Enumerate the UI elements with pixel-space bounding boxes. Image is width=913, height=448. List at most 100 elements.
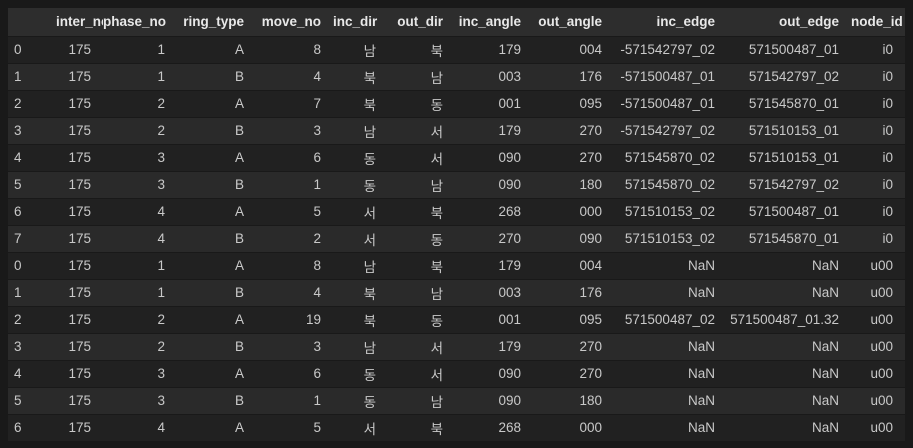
- row-index: 1: [8, 279, 56, 306]
- cell: 북: [333, 63, 388, 90]
- cell: 180: [533, 387, 614, 414]
- cell: 175: [56, 117, 103, 144]
- row-index: 7: [8, 225, 56, 252]
- cell: 003: [455, 63, 533, 90]
- cell: 남: [333, 333, 388, 360]
- cell: 3: [103, 387, 177, 414]
- cell: B: [177, 117, 256, 144]
- cell: 동: [388, 90, 455, 117]
- cell: 서: [388, 333, 455, 360]
- column-header: phase_no: [103, 8, 177, 36]
- cell: 003: [455, 279, 533, 306]
- cell: 175: [56, 306, 103, 333]
- cell: A: [177, 360, 256, 387]
- cell: i0: [851, 198, 905, 225]
- cell: 571500487_01: [727, 198, 851, 225]
- cell: 179: [455, 36, 533, 63]
- cell: 8: [256, 252, 333, 279]
- cell: u00: [851, 252, 905, 279]
- cell: 571542797_02: [727, 63, 851, 90]
- cell: B: [177, 279, 256, 306]
- cell: 175: [56, 171, 103, 198]
- row-index: 0: [8, 36, 56, 63]
- cell: 2: [256, 225, 333, 252]
- row-index: 0: [8, 252, 56, 279]
- cell: 175: [56, 144, 103, 171]
- cell: 268: [455, 198, 533, 225]
- column-header: out_angle: [533, 8, 614, 36]
- cell: u00: [851, 279, 905, 306]
- cell: 서: [333, 414, 388, 441]
- cell: 5: [256, 198, 333, 225]
- cell: 남: [388, 387, 455, 414]
- cell: 175: [56, 333, 103, 360]
- cell: u00: [851, 360, 905, 387]
- cell: 176: [533, 279, 614, 306]
- cell: 북: [333, 306, 388, 333]
- cell: B: [177, 387, 256, 414]
- cell: 179: [455, 252, 533, 279]
- cell: 004: [533, 36, 614, 63]
- cell: 2: [103, 117, 177, 144]
- cell: 3: [256, 117, 333, 144]
- cell: 4: [103, 414, 177, 441]
- table-row: 71754B2서동270090571510153_02571545870_01i…: [8, 225, 905, 252]
- cell: 090: [533, 225, 614, 252]
- cell: u00: [851, 333, 905, 360]
- cell: NaN: [727, 252, 851, 279]
- table-row: 51753B1동남090180NaNNaNu00: [8, 387, 905, 414]
- cell: 북: [388, 36, 455, 63]
- cell: 176: [533, 63, 614, 90]
- column-header: ring_type: [177, 8, 256, 36]
- cell: 270: [533, 117, 614, 144]
- cell: NaN: [614, 360, 727, 387]
- cell: 175: [56, 63, 103, 90]
- cell: 8: [256, 36, 333, 63]
- cell: 2: [103, 90, 177, 117]
- cell: 571510153_02: [614, 225, 727, 252]
- row-index: 1: [8, 63, 56, 90]
- cell: 동: [388, 306, 455, 333]
- cell: 서: [388, 144, 455, 171]
- cell: 571542797_02: [727, 171, 851, 198]
- cell: 6: [256, 144, 333, 171]
- cell: 동: [333, 144, 388, 171]
- cell: i0: [851, 144, 905, 171]
- row-index: 3: [8, 117, 56, 144]
- table-row: 01751A8남북179004-571542797_02571500487_01…: [8, 36, 905, 63]
- index-column-header: [8, 8, 56, 36]
- cell: 1: [103, 36, 177, 63]
- cell: u00: [851, 414, 905, 441]
- cell: 19: [256, 306, 333, 333]
- cell: NaN: [727, 279, 851, 306]
- table-row: 31752B3남서179270-571542797_02571510153_01…: [8, 117, 905, 144]
- cell: 남: [333, 252, 388, 279]
- table-row: 01751A8남북179004NaNNaNu00: [8, 252, 905, 279]
- cell: 서: [388, 117, 455, 144]
- table-row: 21752A19북동001095571500487_02571500487_01…: [8, 306, 905, 333]
- cell: 571500487_01: [727, 36, 851, 63]
- cell: 571545870_01: [727, 225, 851, 252]
- cell: 175: [56, 225, 103, 252]
- row-index: 2: [8, 90, 56, 117]
- cell: i0: [851, 90, 905, 117]
- table-row: 31752B3남서179270NaNNaNu00: [8, 333, 905, 360]
- table-row: 61754A5서북268000NaNNaNu00: [8, 414, 905, 441]
- cell: NaN: [727, 387, 851, 414]
- cell: 090: [455, 360, 533, 387]
- cell: 090: [455, 387, 533, 414]
- cell: A: [177, 414, 256, 441]
- cell: 175: [56, 387, 103, 414]
- cell: 571510153_01: [727, 144, 851, 171]
- cell: 남: [388, 63, 455, 90]
- cell: 6: [256, 360, 333, 387]
- cell: 571500487_01.32: [727, 306, 851, 333]
- row-index: 3: [8, 333, 56, 360]
- cell: A: [177, 144, 256, 171]
- column-header: inc_edge: [614, 8, 727, 36]
- cell: 001: [455, 306, 533, 333]
- cell: NaN: [614, 387, 727, 414]
- cell: NaN: [614, 279, 727, 306]
- cell: 1: [256, 171, 333, 198]
- cell: 동: [333, 171, 388, 198]
